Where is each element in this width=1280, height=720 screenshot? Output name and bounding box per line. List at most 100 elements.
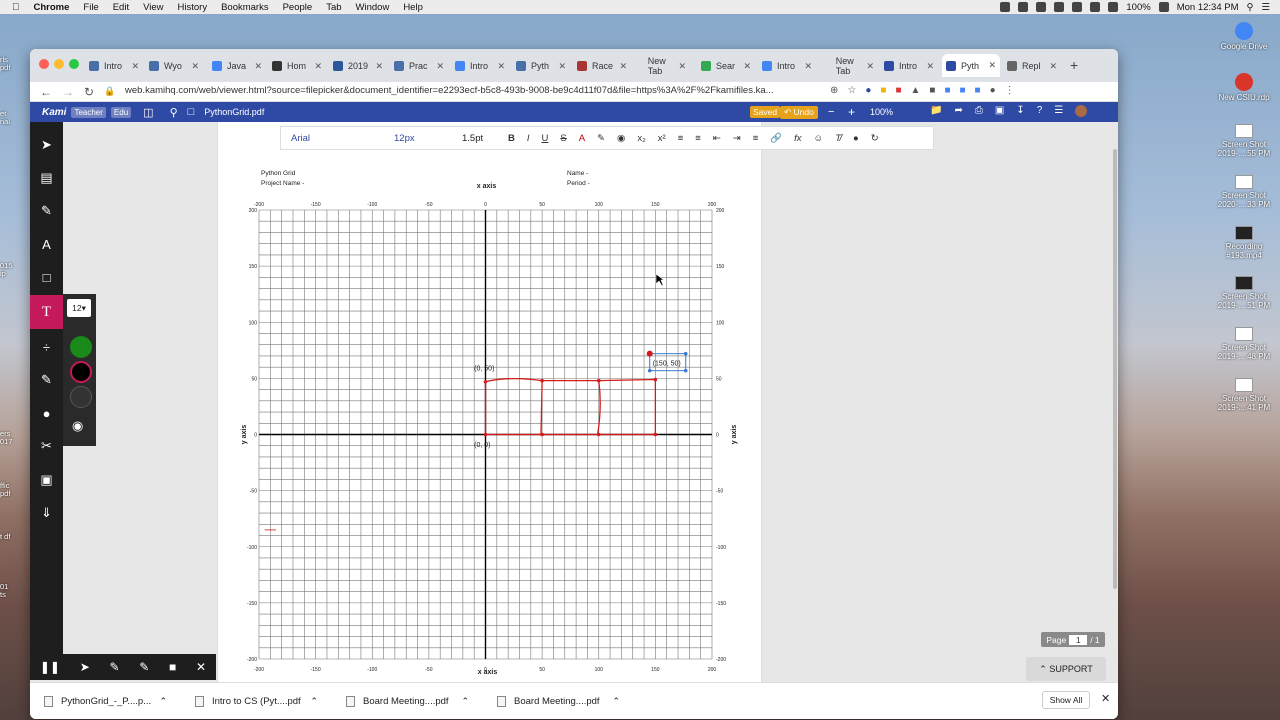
desktop-recording[interactable]: Recording #193.mp4 xyxy=(1209,226,1279,260)
download-item[interactable]: PythonGrid_-_P....p... ⌃ xyxy=(30,695,181,707)
zoom-out-icon[interactable]: − xyxy=(828,106,834,118)
drawing-tool-icon[interactable]: ✎ xyxy=(30,365,63,395)
scrollbar[interactable] xyxy=(1113,149,1117,589)
forward-icon[interactable]: → xyxy=(62,85,74,99)
download-item[interactable]: Board Meeting....pdf ⌃ xyxy=(483,695,634,707)
desktop-label-left-2[interactable]: et nal xyxy=(0,110,16,126)
extension-icon[interactable]: ■ xyxy=(944,85,950,96)
select-tool-icon[interactable]: ➤ xyxy=(30,130,63,160)
extension-icon[interactable]: ■ xyxy=(929,85,935,96)
tab-close-icon[interactable]: ✕ xyxy=(678,61,686,72)
markup-tool-icon[interactable]: ✎ xyxy=(30,196,63,226)
menu-tab[interactable]: Tab xyxy=(326,2,341,13)
close-window-button[interactable] xyxy=(39,59,49,69)
bluetooth-icon[interactable] xyxy=(1072,2,1083,12)
eraser-tool-icon[interactable]: ✂ xyxy=(30,431,63,461)
volume-icon[interactable] xyxy=(1108,2,1119,12)
pen-tool-icon[interactable]: A xyxy=(30,229,63,259)
show-all-downloads-button[interactable]: Show All xyxy=(1042,691,1090,709)
color-swatch-green[interactable] xyxy=(70,336,92,358)
battery-percent[interactable]: 100% xyxy=(1126,2,1150,13)
menu-edit[interactable]: Edit xyxy=(113,2,129,13)
creative-cloud-icon[interactable] xyxy=(1018,2,1029,12)
print-icon[interactable]: ⎙ xyxy=(975,105,983,117)
menu-bookmarks[interactable]: Bookmarks xyxy=(221,2,269,13)
back-icon[interactable]: ← xyxy=(40,85,52,99)
page-number-input[interactable]: 1 xyxy=(1069,634,1088,645)
download-icon[interactable]: ↧ xyxy=(1016,105,1024,117)
url-field[interactable]: web.kamihq.com/web/viewer.html?source=fi… xyxy=(125,85,774,96)
install-icon[interactable]: ⊕ xyxy=(830,85,838,96)
tab-14[interactable]: Pyth ✕ xyxy=(942,54,1000,77)
tab-12[interactable]: New Tab ✕ xyxy=(818,56,878,76)
wifi-icon[interactable] xyxy=(1090,2,1101,12)
tab-1[interactable]: Wyo ✕ xyxy=(145,56,203,76)
line-spacing-select[interactable]: 1.5pt xyxy=(462,133,502,144)
open-folder-icon[interactable]: 📁 xyxy=(930,105,942,117)
bullet-list-icon[interactable]: ≡ xyxy=(695,133,701,144)
comment-tool-icon[interactable]: □ xyxy=(30,262,63,292)
desktop-label-left-5[interactable]: ffic pdf xyxy=(0,482,16,498)
close-downloads-icon[interactable]: ✕ xyxy=(1101,692,1110,705)
tab-close-icon[interactable]: ✕ xyxy=(254,61,262,72)
chevron-up-icon[interactable]: ⌃ xyxy=(461,696,469,707)
underline-icon[interactable]: U xyxy=(542,133,549,144)
tab-close-icon[interactable]: ✕ xyxy=(866,61,874,72)
superscript-icon[interactable]: x² xyxy=(658,133,666,144)
tab-close-icon[interactable]: ✕ xyxy=(314,61,322,72)
shapes-tool-icon[interactable]: ● xyxy=(30,398,63,428)
download-item[interactable]: Board Meeting....pdf ⌃ xyxy=(332,695,483,707)
tab-2[interactable]: Java ✕ xyxy=(208,56,266,76)
emoji-icon[interactable]: ☺ xyxy=(814,133,824,144)
menu-app-name[interactable]: Chrome xyxy=(34,2,70,13)
formula-icon[interactable]: fx xyxy=(794,133,801,144)
color-swatch-dark[interactable] xyxy=(70,386,92,408)
signature-tool-icon[interactable]: ⇓ xyxy=(30,498,63,528)
menu-people[interactable]: People xyxy=(283,2,313,13)
tab-5[interactable]: Prac ✕ xyxy=(390,56,448,76)
menu-icon[interactable]: ☰ xyxy=(1054,105,1063,117)
tab-4[interactable]: 2019 ✕ xyxy=(329,56,387,76)
kami-logo[interactable]: Kami xyxy=(42,107,66,118)
undo-button[interactable]: ↶ Undo xyxy=(780,106,818,119)
text-color-icon[interactable]: A xyxy=(579,133,585,144)
avatar[interactable] xyxy=(1075,105,1088,117)
profile-icon[interactable]: ● xyxy=(990,85,996,96)
kami-extension-icon[interactable]: ● xyxy=(865,85,871,96)
share-icon[interactable]: ➦ xyxy=(954,105,962,117)
microphone-icon[interactable]: ● xyxy=(853,133,859,144)
reload-icon[interactable]: ↻ xyxy=(84,85,94,99)
menu-file[interactable]: File xyxy=(83,2,98,13)
battery-icon[interactable] xyxy=(1158,2,1169,12)
font-size-select[interactable]: 12px xyxy=(394,133,454,144)
chrome-menu-icon[interactable]: ⋮ xyxy=(1005,85,1015,96)
tab-close-icon[interactable]: ✕ xyxy=(191,61,199,72)
support-button[interactable]: ⌃ SUPPORT xyxy=(1026,657,1106,681)
extension-icon[interactable]: ■ xyxy=(895,85,901,96)
desktop-label-left-1[interactable]: rls pdf xyxy=(0,56,16,72)
chevron-up-icon[interactable]: ⌃ xyxy=(612,696,620,707)
zoom-window-button[interactable] xyxy=(69,59,79,69)
clear-format-icon[interactable]: T̸ xyxy=(835,133,841,144)
coordinate-grid[interactable]: Python Grid Project Name - Name - Period - x… xyxy=(218,122,763,682)
tab-13[interactable]: Intro ✕ xyxy=(880,56,938,76)
close-icon[interactable]: ✕ xyxy=(196,660,206,674)
palette-icon[interactable]: ◉ xyxy=(72,418,83,434)
tab-6[interactable]: Intro ✕ xyxy=(451,56,509,76)
menubar-clock[interactable]: Mon 12:34 PM xyxy=(1177,2,1239,13)
tab-0[interactable]: Intro ✕ xyxy=(85,56,143,76)
tab-close-icon[interactable]: ✕ xyxy=(804,61,812,72)
tab-3[interactable]: Hom ✕ xyxy=(268,56,326,76)
desktop-label-left-4[interactable]: ers 017 xyxy=(0,430,16,446)
zoom-in-icon[interactable]: + xyxy=(848,105,855,119)
bookmark-star-icon[interactable]: ☆ xyxy=(847,85,856,96)
pen-icon[interactable]: ✎ xyxy=(109,660,119,674)
tab-close-icon[interactable]: ✕ xyxy=(926,61,934,72)
desktop-screenshot-3[interactable]: Screen Shot 2019-....51 PM xyxy=(1209,276,1279,310)
link-icon[interactable]: 🔗 xyxy=(770,133,782,144)
camera-icon[interactable]: ■ xyxy=(169,660,176,674)
rotate-icon[interactable]: ↻ xyxy=(871,133,879,144)
extension-icon[interactable]: ■ xyxy=(880,85,886,96)
indent-icon[interactable]: ⇥ xyxy=(733,133,741,144)
chevron-up-icon[interactable]: ⌃ xyxy=(159,696,167,707)
